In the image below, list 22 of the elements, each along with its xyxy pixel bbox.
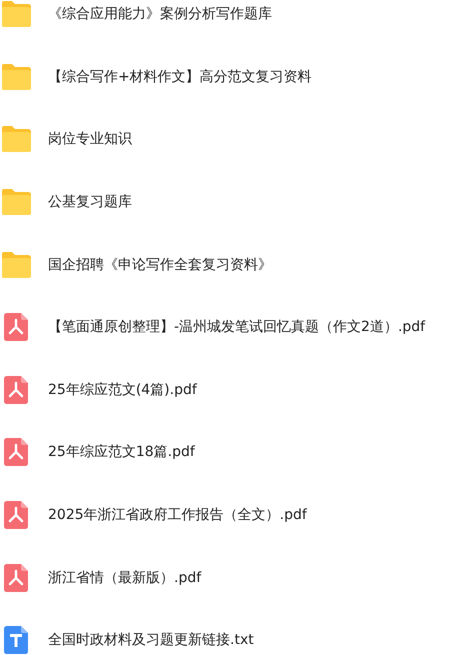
folder-icon — [0, 62, 32, 91]
file-name[interactable]: 【综合写作+材料作文】高分范文复习资料 — [48, 68, 312, 86]
file-name[interactable]: 公基复习题库 — [48, 193, 132, 212]
pdf-file-icon — [4, 376, 28, 404]
file-name[interactable]: 25年综应范文18篇.pdf — [48, 443, 195, 462]
pdf-file-icon — [4, 564, 28, 592]
folder-icon — [0, 188, 32, 216]
file-name[interactable]: 《综合应用能力》案例分析写作题库 — [48, 5, 272, 24]
pdf-file-icon — [4, 438, 28, 466]
pdf-file-icon — [4, 501, 28, 530]
file-name[interactable]: 岗位专业知识 — [48, 130, 132, 148]
file-name[interactable]: 国企招聘《申论写作全套复习资料》 — [48, 256, 272, 274]
file-name[interactable]: 全国时政材料及习题更新链接.txt — [48, 631, 254, 650]
folder-icon — [0, 125, 32, 154]
file-name[interactable]: 25年综应范文(4篇).pdf — [48, 380, 197, 399]
file-name[interactable]: 浙江省情（最新版）.pdf — [48, 568, 202, 587]
text-file-icon — [4, 626, 28, 654]
pdf-file-icon — [4, 313, 28, 342]
file-name[interactable]: 2025年浙江省政府工作报告（全文）.pdf — [48, 506, 307, 524]
file-name[interactable]: 【笔面通原创整理】-温州城发笔试回忆真题（作文2道）.pdf — [48, 318, 426, 336]
folder-icon — [0, 0, 32, 28]
folder-icon — [0, 250, 32, 279]
